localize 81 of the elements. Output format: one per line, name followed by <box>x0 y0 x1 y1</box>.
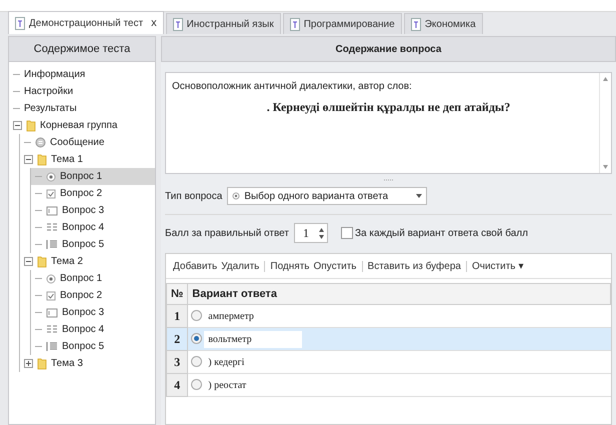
tree-item[interactable]: Тема 1 <box>20 151 155 168</box>
score-spinner[interactable]: 1 <box>294 223 328 243</box>
question-text: . Кернеуді өлшейтін құралды не деп атайды? <box>266 100 512 115</box>
tree-item[interactable]: Вопрос 4 <box>31 321 155 338</box>
tree-item[interactable]: Настройки <box>9 83 155 100</box>
answer-row[interactable]: 1 амперметр <box>166 304 610 328</box>
field-label: Балл за правильный ответ <box>165 228 289 238</box>
text-field-icon <box>46 308 58 318</box>
panel-header: Содержание вопроса <box>161 36 616 62</box>
message-icon <box>35 137 46 148</box>
tree-item[interactable]: Корневая группа <box>9 117 155 134</box>
tree-item[interactable]: Вопрос 4 <box>31 219 155 236</box>
panel-header: Содержимое теста <box>8 36 156 62</box>
tree-item[interactable]: Тема 2 <box>20 253 155 270</box>
text-field-icon <box>46 206 58 216</box>
tree-item[interactable]: Вопрос 2 <box>31 287 155 304</box>
tree-item[interactable]: Вопрос 5 <box>31 236 155 253</box>
folder-icon <box>37 357 47 370</box>
tree-item[interactable]: Вопрос 1 <box>31 168 155 185</box>
tab[interactable]: Демонстрационный тест x <box>8 11 164 34</box>
tab[interactable]: Иностранный язык <box>166 13 281 34</box>
own-score-checkbox[interactable]: За каждый вариант ответа свой балл <box>340 227 528 239</box>
tree-item[interactable]: Результаты <box>9 100 155 117</box>
folder-icon <box>37 255 47 268</box>
tree-item[interactable]: Вопрос 2 <box>31 185 155 202</box>
folder-icon <box>37 153 47 166</box>
toolbar-button[interactable]: Вставить из буфера <box>368 260 461 272</box>
row-number: 3 <box>166 350 188 374</box>
checkbox-icon <box>46 290 56 300</box>
expand-icon[interactable] <box>24 359 33 368</box>
radio-icon <box>232 192 240 200</box>
tree-item[interactable]: Информация <box>9 66 155 83</box>
tree-item[interactable]: Сообщение <box>20 134 155 151</box>
row-number: 2 <box>166 328 188 350</box>
toolbar-button[interactable]: Опустить <box>313 260 357 272</box>
toolbar-button[interactable]: Добавить <box>173 260 218 272</box>
dropdown-caret-icon[interactable] <box>416 194 422 198</box>
row-number: 4 <box>166 374 188 396</box>
radio-button[interactable] <box>190 379 202 390</box>
tab[interactable]: Программирование <box>282 13 402 34</box>
question-text: Основоположник античной диалектики, автор слов: <box>172 81 413 92</box>
document-icon <box>290 18 300 30</box>
question-type-dropdown[interactable]: Выбор одного варианта ответа <box>227 187 428 205</box>
numbered-list-icon <box>46 239 58 250</box>
tree-item[interactable]: Вопрос 1 <box>31 270 155 287</box>
document-icon <box>410 18 421 30</box>
document-icon <box>15 16 25 30</box>
tree-item[interactable]: Вопрос 3 <box>31 202 155 219</box>
numbered-list-icon <box>46 341 58 352</box>
toolbar-button[interactable]: Удалить <box>221 260 260 272</box>
checkbox-icon <box>46 188 56 198</box>
list-icon <box>46 222 58 233</box>
row-number: 1 <box>166 304 188 328</box>
column-header: № <box>166 284 188 304</box>
folder-icon <box>26 119 36 132</box>
answer-text[interactable]: вольтметр <box>204 330 302 348</box>
answer-row[interactable]: 3 ) кедергі <box>166 350 610 374</box>
scroll-down-icon[interactable] <box>603 165 608 169</box>
radio-button[interactable] <box>190 310 202 322</box>
collapse-icon[interactable] <box>13 121 22 130</box>
radio-icon <box>46 274 56 284</box>
answer-row[interactable]: 4 ) реостат <box>166 374 610 396</box>
tree-item[interactable]: Вопрос 5 <box>31 338 155 355</box>
close-button[interactable]: x <box>151 17 157 29</box>
collapse-icon[interactable] <box>24 155 33 164</box>
radio-button[interactable] <box>190 333 202 344</box>
toolbar-button[interactable]: Поднять <box>270 260 310 272</box>
field-label: Тип вопроса <box>165 190 222 202</box>
tree-item[interactable]: Вопрос 3 <box>31 304 155 321</box>
list-icon <box>46 324 58 335</box>
collapse-icon[interactable] <box>24 257 33 266</box>
document-icon <box>172 18 183 30</box>
toolbar-button[interactable]: Очистить ▾ <box>472 260 524 272</box>
splitter-handle-icon[interactable] <box>384 179 394 181</box>
question-text-box[interactable]: Основоположник античной диалектики, автор слов: . Кернеуді өлшейтін құралды не деп атайды? <box>165 72 612 174</box>
radio-icon <box>46 172 56 182</box>
tree-item[interactable]: Тема 3 <box>20 355 155 372</box>
scroll-up-icon[interactable] <box>603 77 608 81</box>
tab[interactable]: Экономика <box>404 13 483 34</box>
radio-button[interactable] <box>190 356 202 368</box>
column-header: Вариант ответа <box>188 284 610 304</box>
